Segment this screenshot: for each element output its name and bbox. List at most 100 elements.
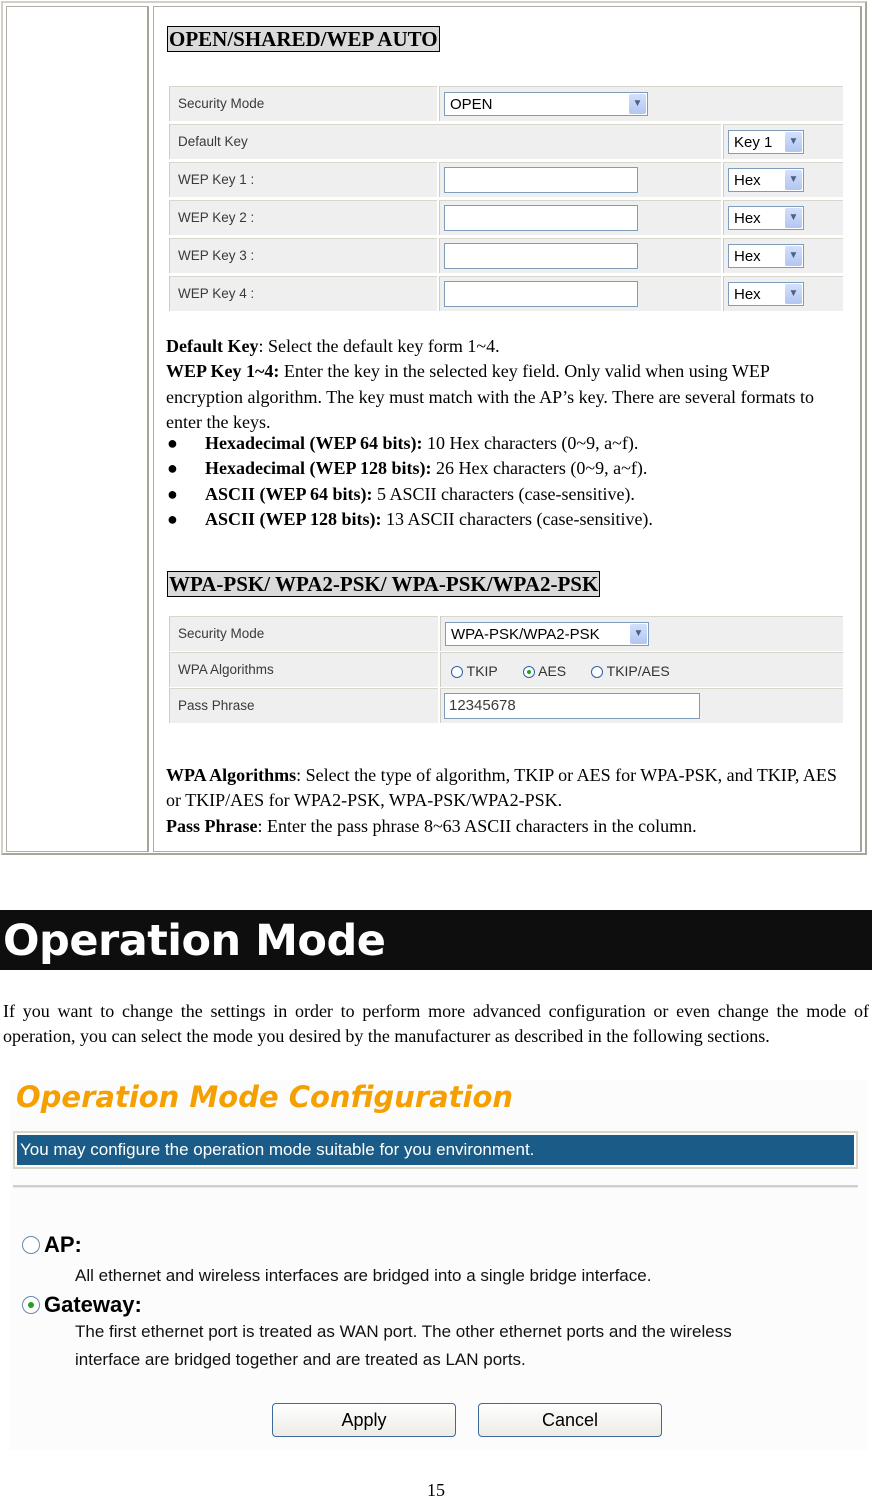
pass-phrase-label: Pass Phrase: [178, 698, 255, 713]
wep-key-2-label: WEP Key 2 :: [178, 210, 255, 225]
default-key-text: : Select the default key form 1~4.: [258, 336, 500, 356]
wep-key-2-format-select[interactable]: Hex ▼: [728, 206, 804, 230]
wep-key-row: WEP Key 3 : Hex ▼: [169, 238, 843, 275]
wpa-security-mode-label: Security Mode: [178, 626, 265, 641]
operation-mode-screenshot: Operation Mode Configuration You may con…: [10, 1080, 868, 1450]
algo-aes-option[interactable]: AES: [523, 663, 566, 679]
radio-gateway[interactable]: [22, 1296, 40, 1314]
wpa-security-mode-value: WPA-PSK/WPA2-PSK: [451, 626, 600, 643]
default-key-term: Default Key: [166, 336, 259, 356]
mode-gateway-description-line: interface are bridged together and are t…: [75, 1350, 526, 1369]
default-key-value: Key 1: [734, 134, 773, 151]
wep-key-4-format-select[interactable]: Hex ▼: [728, 282, 804, 306]
chevron-down-icon: ▼: [785, 170, 802, 190]
radio-ap[interactable]: [22, 1236, 40, 1254]
wpa-security-mode-row: Security Mode WPA-PSK/WPA2-PSK ▼: [169, 616, 843, 653]
wep-key-1-format-value: Hex: [734, 172, 761, 189]
bullet-term: ASCII (WEP 128 bits):: [205, 509, 382, 530]
chevron-down-icon: ▼: [629, 94, 646, 114]
wpa-settings-screenshot: Security Mode WPA-PSK/WPA2-PSK ▼ WPA Alg…: [169, 616, 843, 726]
radio-tkip-aes[interactable]: [591, 666, 603, 678]
list-item: ● Hexadecimal (WEP 128 bits): 26 Hex char…: [167, 456, 653, 481]
info-banner-text: You may configure the operation mode sui…: [17, 1135, 854, 1165]
bullet-icon: ●: [167, 509, 178, 530]
chevron-down-icon: ▼: [785, 246, 802, 266]
mode-gateway-description: The first ethernet port is treated as WA…: [75, 1318, 732, 1374]
wep-key-4-format-value: Hex: [734, 286, 761, 303]
wep-key-row: WEP Key 2 : Hex ▼: [169, 200, 843, 237]
bullet-term: Hexadecimal (WEP 64 bits):: [205, 433, 423, 453]
table-left-cell: [6, 6, 149, 852]
bullet-term: Hexadecimal (WEP 128 bits):: [205, 458, 432, 479]
wep-key-3-format-value: Hex: [734, 248, 761, 265]
pass-phrase-term: Pass Phrase: [166, 815, 258, 836]
wep-key-row: WEP Key 1 : Hex ▼: [169, 162, 843, 199]
wep-description: Default Key: Select the default key form…: [166, 334, 836, 436]
algo-tkip-option[interactable]: TKIP: [451, 663, 498, 679]
cancel-button[interactable]: Cancel: [478, 1403, 662, 1437]
mode-option-ap[interactable]: AP:: [22, 1232, 82, 1258]
wep-key-3-input[interactable]: [444, 243, 638, 269]
security-mode-value: OPEN: [450, 96, 493, 113]
wep-key-1-input[interactable]: [444, 167, 638, 193]
mode-ap-label: AP:: [44, 1232, 82, 1257]
wpa-algorithms-term: WPA Algorithms: [166, 765, 297, 785]
list-item: ● ASCII (WEP 128 bits): 13 ASCII characte…: [167, 507, 653, 532]
wep-key-3-format-select[interactable]: Hex ▼: [728, 244, 804, 268]
wep-key-2-input[interactable]: [444, 205, 638, 231]
chevron-down-icon: ▼: [630, 624, 647, 644]
operation-mode-intro: If you want to change the settings in or…: [3, 1001, 869, 1046]
default-key-select[interactable]: Key 1 ▼: [728, 130, 804, 154]
security-mode-label: Security Mode: [178, 96, 265, 111]
security-mode-row: Security Mode OPEN ▼: [169, 86, 843, 123]
wep-key-term: WEP Key 1~4:: [166, 361, 280, 382]
mode-ap-description: All ethernet and wireless interfaces are…: [75, 1266, 652, 1285]
default-key-row: Default Key Key 1 ▼: [169, 124, 843, 161]
list-item: ● ASCII (WEP 64 bits): 5 ASCII characters…: [167, 482, 653, 507]
wpa-algorithms-row: WPA Algorithms TKIP AES TKIP/AES: [169, 652, 843, 689]
algo-aes-label: AES: [538, 663, 567, 679]
apply-button[interactable]: Apply: [272, 1403, 456, 1437]
wpa-algorithms-label: WPA Algorithms: [178, 662, 274, 677]
wep-settings-screenshot: Security Mode OPEN ▼ Default Key Key 1 ▼…: [169, 86, 843, 314]
operation-mode-heading: Operation Mode: [0, 910, 872, 970]
key-format-list: ● Hexadecimal (WEP 64 bits): 10 Hex chara…: [167, 431, 653, 533]
bullet-text: 5 ASCII characters (case-sensitive).: [372, 483, 635, 504]
config-title: Operation Mode Configuration: [16, 1080, 514, 1114]
default-key-label: Default Key: [178, 134, 248, 149]
list-item: ● Hexadecimal (WEP 64 bits): 10 Hex chara…: [167, 431, 653, 456]
bullet-icon: ●: [167, 483, 178, 504]
bullet-icon: ●: [167, 458, 178, 479]
wep-key-4-label: WEP Key 4 :: [178, 286, 255, 301]
wep-key-1-label: WEP Key 1 :: [178, 172, 255, 187]
bullet-text: 26 Hex characters (0~9, a~f).: [431, 458, 648, 479]
security-mode-select[interactable]: OPEN ▼: [444, 92, 648, 116]
chevron-down-icon: ▼: [785, 132, 802, 152]
pass-phrase-input[interactable]: 12345678: [444, 693, 700, 719]
bullet-term: ASCII (WEP 64 bits):: [205, 483, 373, 504]
bullet-text: 13 ASCII characters (case-sensitive).: [381, 509, 653, 530]
pass-phrase-text: : Enter the pass phrase 8~63 ASCII chara…: [257, 815, 697, 836]
wep-key-3-label: WEP Key 3 :: [178, 248, 255, 263]
algo-tkip-label: TKIP: [466, 663, 498, 679]
info-banner: You may configure the operation mode sui…: [13, 1131, 858, 1169]
radio-tkip[interactable]: [451, 666, 463, 678]
mode-gateway-description-line: The first ethernet port is treated as WA…: [75, 1322, 732, 1341]
wpa-security-mode-select[interactable]: WPA-PSK/WPA2-PSK ▼: [445, 622, 649, 646]
divider: [13, 1185, 858, 1188]
algo-tkip-aes-label: TKIP/AES: [606, 663, 670, 679]
radio-aes[interactable]: [523, 666, 535, 678]
wep-key-4-input[interactable]: [444, 281, 638, 307]
bullet-text: 10 Hex characters (0~9, a~f).: [422, 433, 639, 453]
wpa-description: WPA Algorithms: Select the type of algor…: [166, 763, 846, 839]
wep-key-row: WEP Key 4 : Hex ▼: [169, 276, 843, 313]
page-number: 15: [427, 1480, 445, 1500]
wep-section-heading: OPEN/SHARED/WEP AUTO: [167, 26, 440, 52]
mode-option-gateway[interactable]: Gateway:: [22, 1292, 142, 1318]
algo-tkip-aes-option[interactable]: TKIP/AES: [591, 663, 670, 679]
wep-key-1-format-select[interactable]: Hex ▼: [728, 168, 804, 192]
bullet-icon: ●: [167, 433, 178, 453]
chevron-down-icon: ▼: [785, 208, 802, 228]
chevron-down-icon: ▼: [785, 284, 802, 304]
mode-gateway-label: Gateway:: [44, 1292, 142, 1317]
